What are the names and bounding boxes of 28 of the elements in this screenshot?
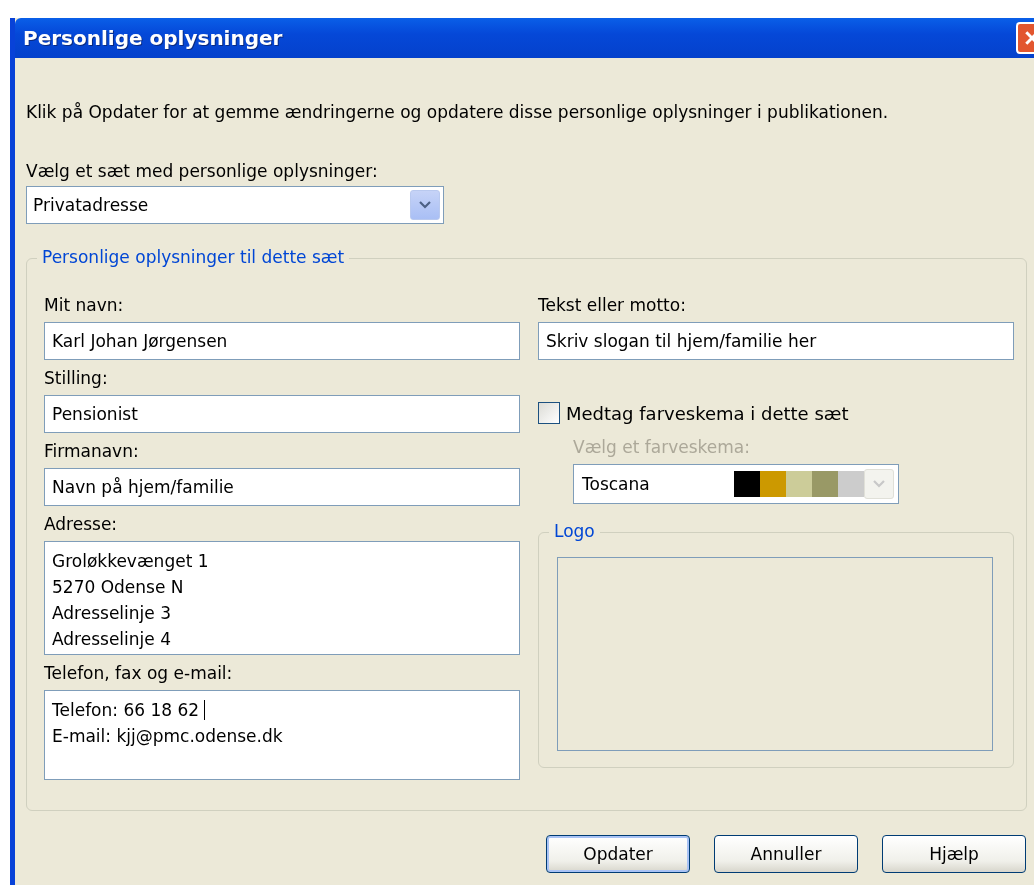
text-area[interactable]: Groløkkevænget 1 5270 Odense N Adresselinje 3 Adresselinje 4 xyxy=(44,541,520,655)
window-title: Personlige oplysninger xyxy=(23,26,283,50)
field-label: Vælg et farveskema: xyxy=(573,436,751,458)
dialog-button[interactable]: Annuller xyxy=(714,835,858,873)
instruction-text: Klik på Opdater for at gemme ændringerne og opdatere disse personlige oplysninger i publikationen. xyxy=(26,102,890,122)
field-label: Mit navn: xyxy=(44,294,125,316)
text-field[interactable]: Skriv slogan til hjem/familie her xyxy=(538,322,1014,360)
chevron-down-icon xyxy=(419,201,431,209)
field-label: Adresse: xyxy=(44,513,119,535)
dialog-button[interactable]: Opdater xyxy=(546,835,690,873)
text-caret xyxy=(204,700,206,720)
text-area[interactable]: Telefon: 66 18 62 E-mail: kjj@pmc.odense.dk xyxy=(44,690,520,780)
text-field[interactable]: Karl Johan Jørgensen xyxy=(44,322,520,360)
set-dropdown[interactable]: Privatadresse xyxy=(26,186,444,224)
field-label: Firmanavn: xyxy=(44,440,140,462)
text-field[interactable]: Pensionist xyxy=(44,395,520,433)
chevron-down-icon xyxy=(873,480,885,488)
dropdown-button[interactable] xyxy=(410,190,440,220)
group-title: Logo xyxy=(549,521,600,541)
dialog-button[interactable]: Hjælp xyxy=(882,835,1026,873)
field-label: Telefon, fax og e-mail: xyxy=(44,662,234,684)
field-label: Vælg et sæt med personlige oplysninger: xyxy=(26,160,379,182)
field-label: Stilling: xyxy=(44,367,109,389)
group-title: Personlige oplysninger til dette sæt xyxy=(37,247,350,267)
checkbox[interactable] xyxy=(538,402,560,424)
checkbox-label[interactable]: Medtag farveskema i dette sæt xyxy=(566,402,849,424)
text-field[interactable]: Navn på hjem/familie xyxy=(44,468,520,506)
field-label: Tekst eller motto: xyxy=(538,294,687,316)
